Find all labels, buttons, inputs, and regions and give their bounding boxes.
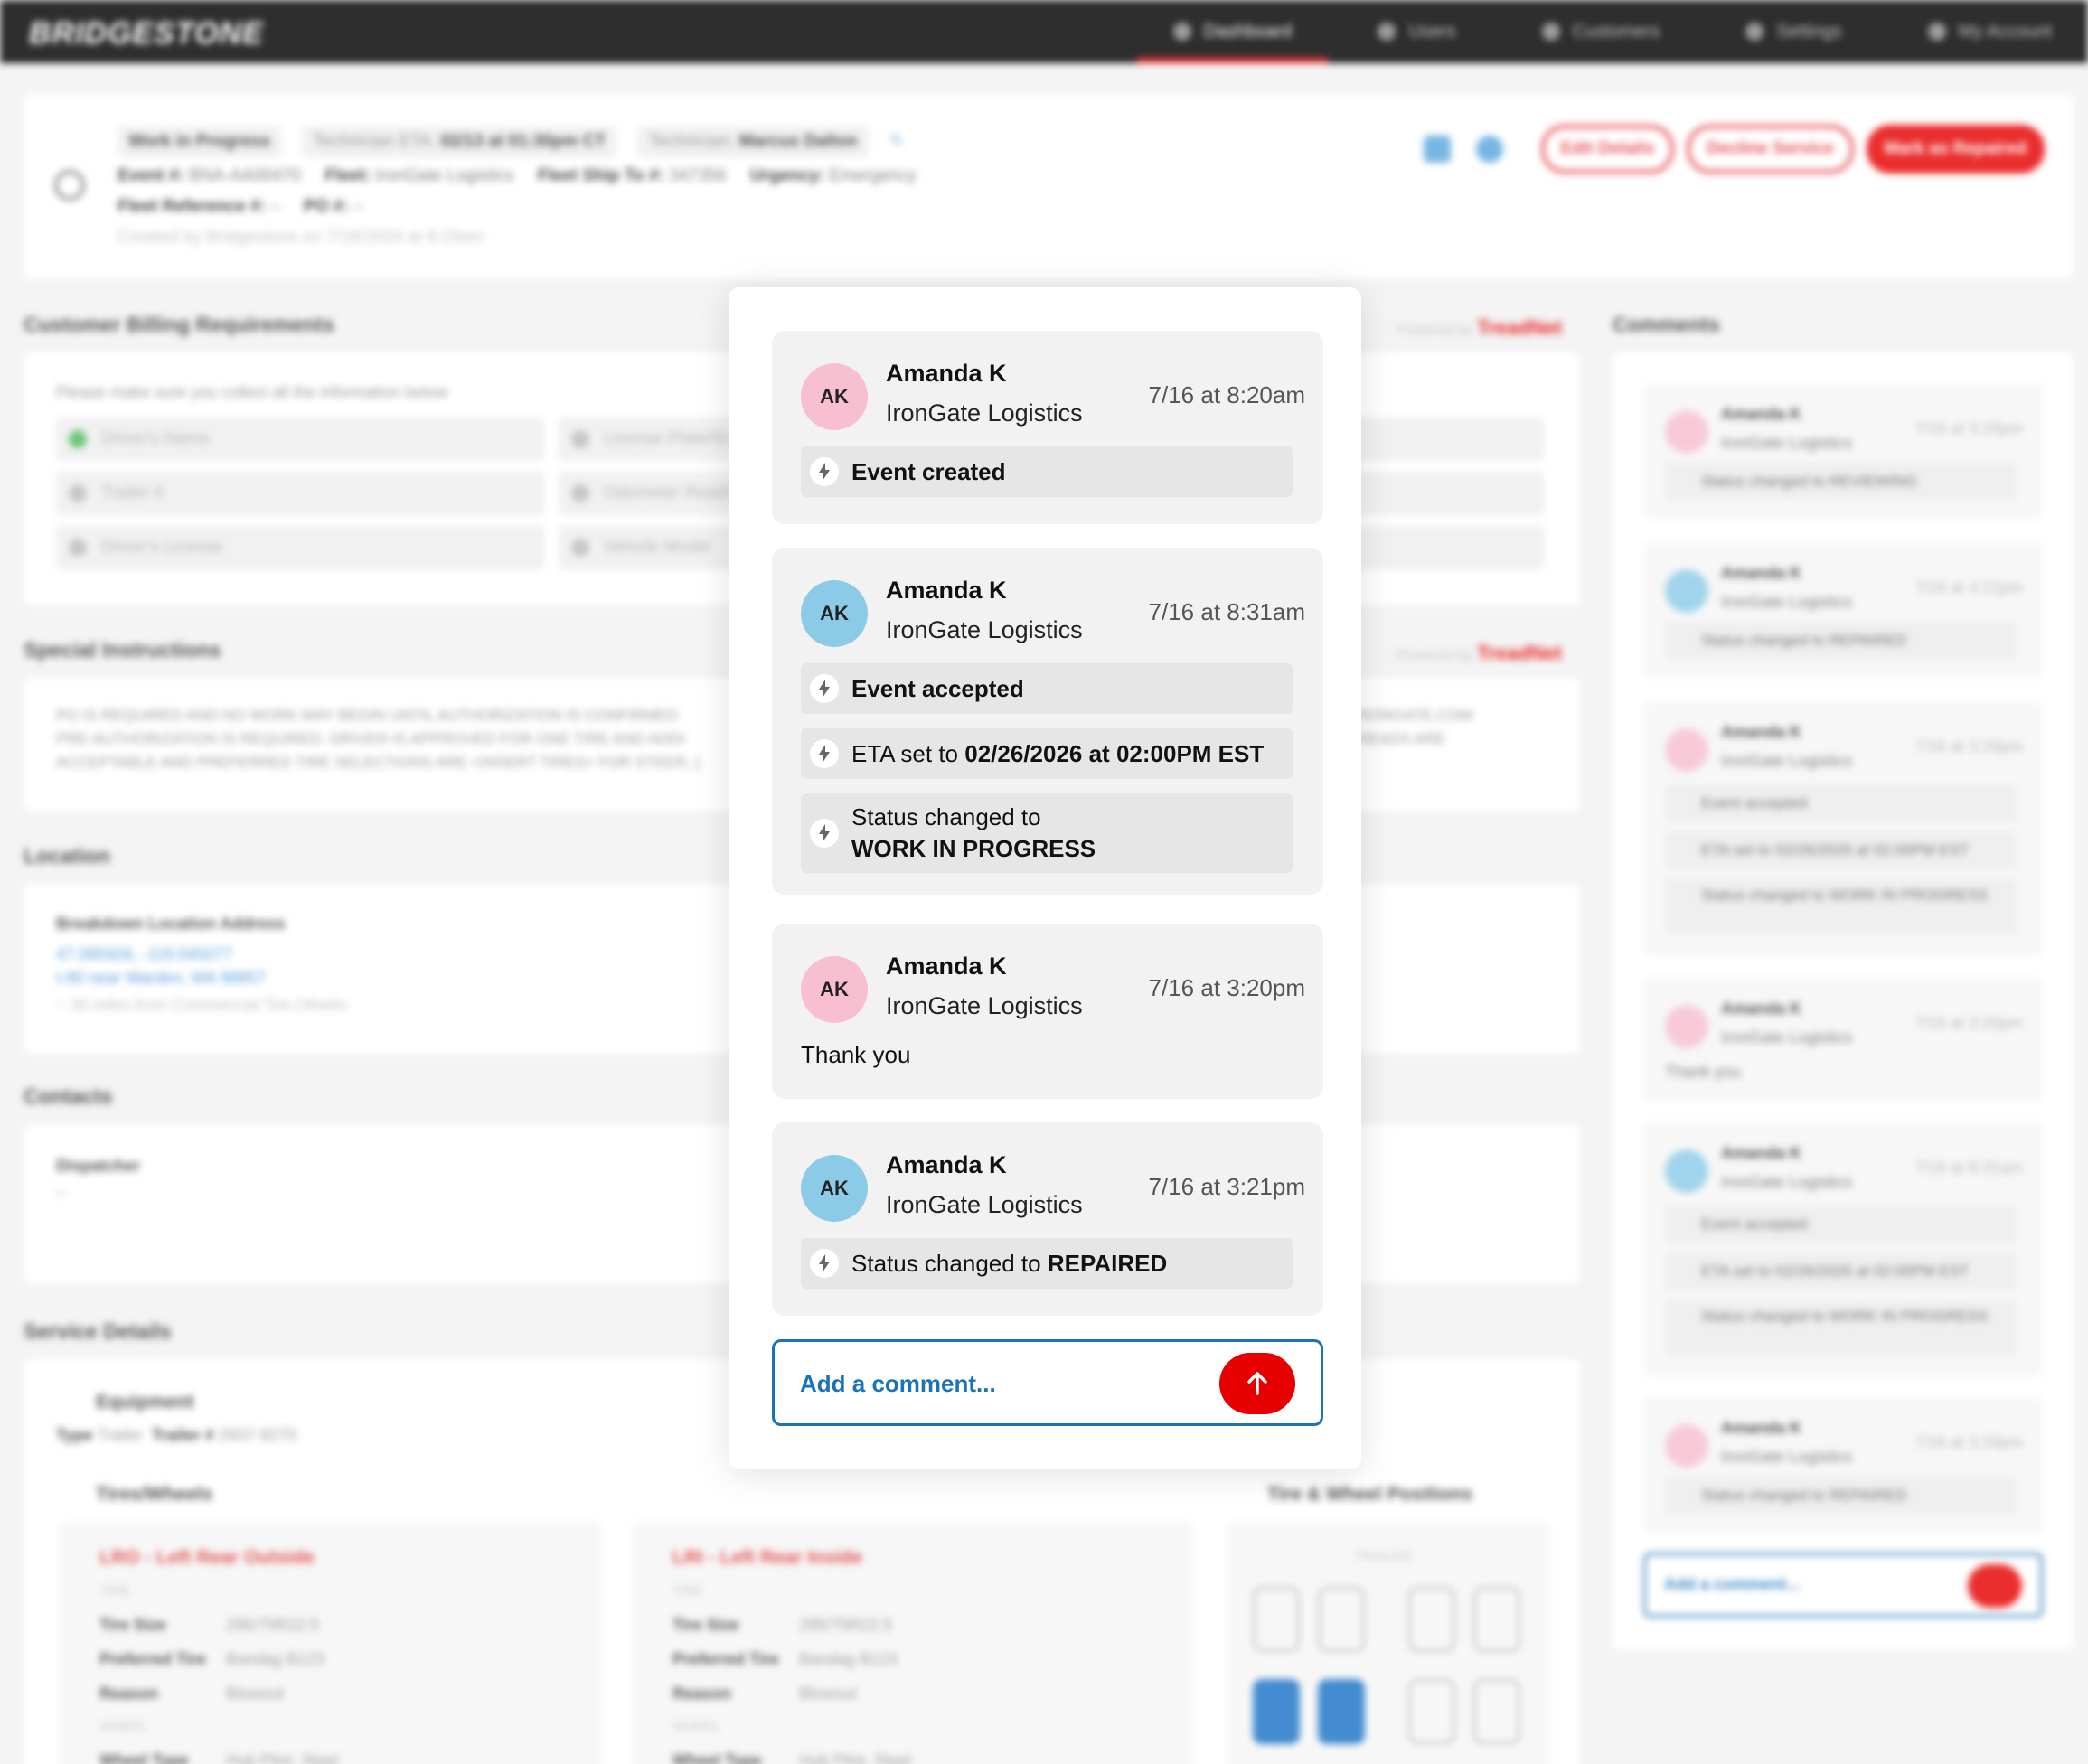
entry-timestamp: 7/16 at 3:20pm (1148, 974, 1305, 1001)
avatar: AK (801, 1155, 868, 1222)
activity-entry: AK Amanda K IronGate Logistics 7/16 at 3… (772, 1122, 1323, 1316)
send-button[interactable] (1219, 1353, 1295, 1414)
status-text: Status changed to (851, 803, 1041, 830)
lightning-icon (810, 739, 839, 768)
avatar: AK (801, 580, 868, 647)
activity-entry: AK Amanda K IronGate Logistics 7/16 at 8… (772, 331, 1323, 524)
event-pill: Event accepted (801, 663, 1293, 714)
author-name: Amanda K (886, 1151, 1007, 1178)
eta-text: ETA set to 02/26/2026 at 02:00PM EST (851, 739, 1265, 767)
author-name: Amanda K (886, 577, 1007, 604)
eta-pill: ETA set to 02/26/2026 at 02:00PM EST (801, 728, 1293, 779)
comment-composer (772, 1339, 1323, 1426)
comment-entry: AK Amanda K IronGate Logistics 7/16 at 3… (772, 924, 1323, 1099)
lightning-icon (810, 457, 839, 486)
entry-timestamp: 7/16 at 8:31am (1148, 598, 1305, 625)
arrow-up-icon (1247, 1372, 1267, 1395)
comment-input[interactable] (800, 1364, 1198, 1403)
lightning-icon (810, 819, 839, 848)
author-org: IronGate Logistics (886, 399, 1083, 427)
entry-timestamp: 7/16 at 8:20am (1148, 381, 1305, 408)
event-pill: Event created (801, 446, 1293, 497)
avatar: AK (801, 363, 868, 430)
lightning-icon (810, 1249, 839, 1278)
activity-entry: AK Amanda K IronGate Logistics 7/16 at 8… (772, 548, 1323, 895)
event-text: Event created (851, 457, 1006, 485)
author-org: IronGate Logistics (886, 1191, 1083, 1218)
activity-modal: AK Amanda K IronGate Logistics 7/16 at 8… (729, 287, 1361, 1469)
avatar: AK (801, 956, 868, 1023)
author-name: Amanda K (886, 952, 1007, 980)
entry-timestamp: 7/16 at 3:21pm (1148, 1173, 1305, 1200)
comment-text: Thank you (801, 1041, 911, 1068)
author-org: IronGate Logistics (886, 616, 1083, 643)
status-value: WORK IN PROGRESS (851, 835, 1096, 862)
event-text: Event accepted (851, 674, 1024, 702)
status-text: Status changed to REPAIRED (851, 1249, 1168, 1277)
status-pill: Status changed to REPAIRED (801, 1238, 1293, 1289)
author-name: Amanda K (886, 360, 1007, 387)
lightning-icon (810, 674, 839, 703)
status-pill: Status changed to WORK IN PROGRESS (801, 793, 1293, 873)
author-org: IronGate Logistics (886, 992, 1083, 1019)
